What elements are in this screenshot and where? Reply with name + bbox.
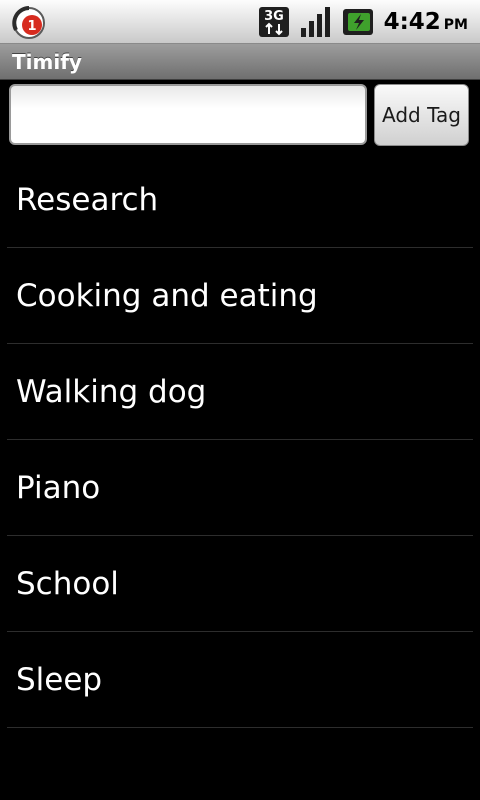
tag-item-walking-dog[interactable]: Walking dog — [7, 344, 473, 440]
clock-time: 4:42 — [383, 9, 441, 35]
tag-name-input[interactable] — [9, 84, 367, 145]
tag-list: Research Cooking and eating Walking dog … — [0, 152, 480, 728]
notification-count: 1 — [27, 19, 36, 34]
tag-item-research[interactable]: Research — [7, 152, 473, 248]
tag-label: Sleep — [16, 661, 103, 698]
network-type-label: 3G — [264, 9, 284, 24]
tag-label: School — [16, 565, 119, 602]
clock-ampm: PM — [443, 17, 468, 33]
signal-strength-icon — [300, 7, 330, 37]
add-tag-button[interactable]: Add Tag — [374, 84, 469, 146]
battery-charging-icon — [342, 9, 373, 35]
tag-label: Piano — [16, 469, 101, 506]
tag-item-piano[interactable]: Piano — [7, 440, 473, 536]
status-bar: 1 3G 4:42 PM — [0, 0, 480, 44]
notification-icon[interactable]: 1 — [12, 6, 46, 40]
tag-item-sleep[interactable]: Sleep — [7, 632, 473, 728]
title-bar: Timify — [0, 44, 480, 80]
app-title: Timify — [12, 50, 82, 74]
tag-label: Cooking and eating — [16, 277, 318, 314]
tag-item-school[interactable]: School — [7, 536, 473, 632]
tag-label: Walking dog — [16, 373, 207, 410]
tag-label: Research — [16, 181, 159, 218]
tag-item-cooking-and-eating[interactable]: Cooking and eating — [7, 248, 473, 344]
status-icons: 3G 4:42 PM — [258, 0, 468, 44]
status-clock: 4:42 PM — [384, 9, 468, 35]
network-3g-icon: 3G — [258, 7, 289, 37]
